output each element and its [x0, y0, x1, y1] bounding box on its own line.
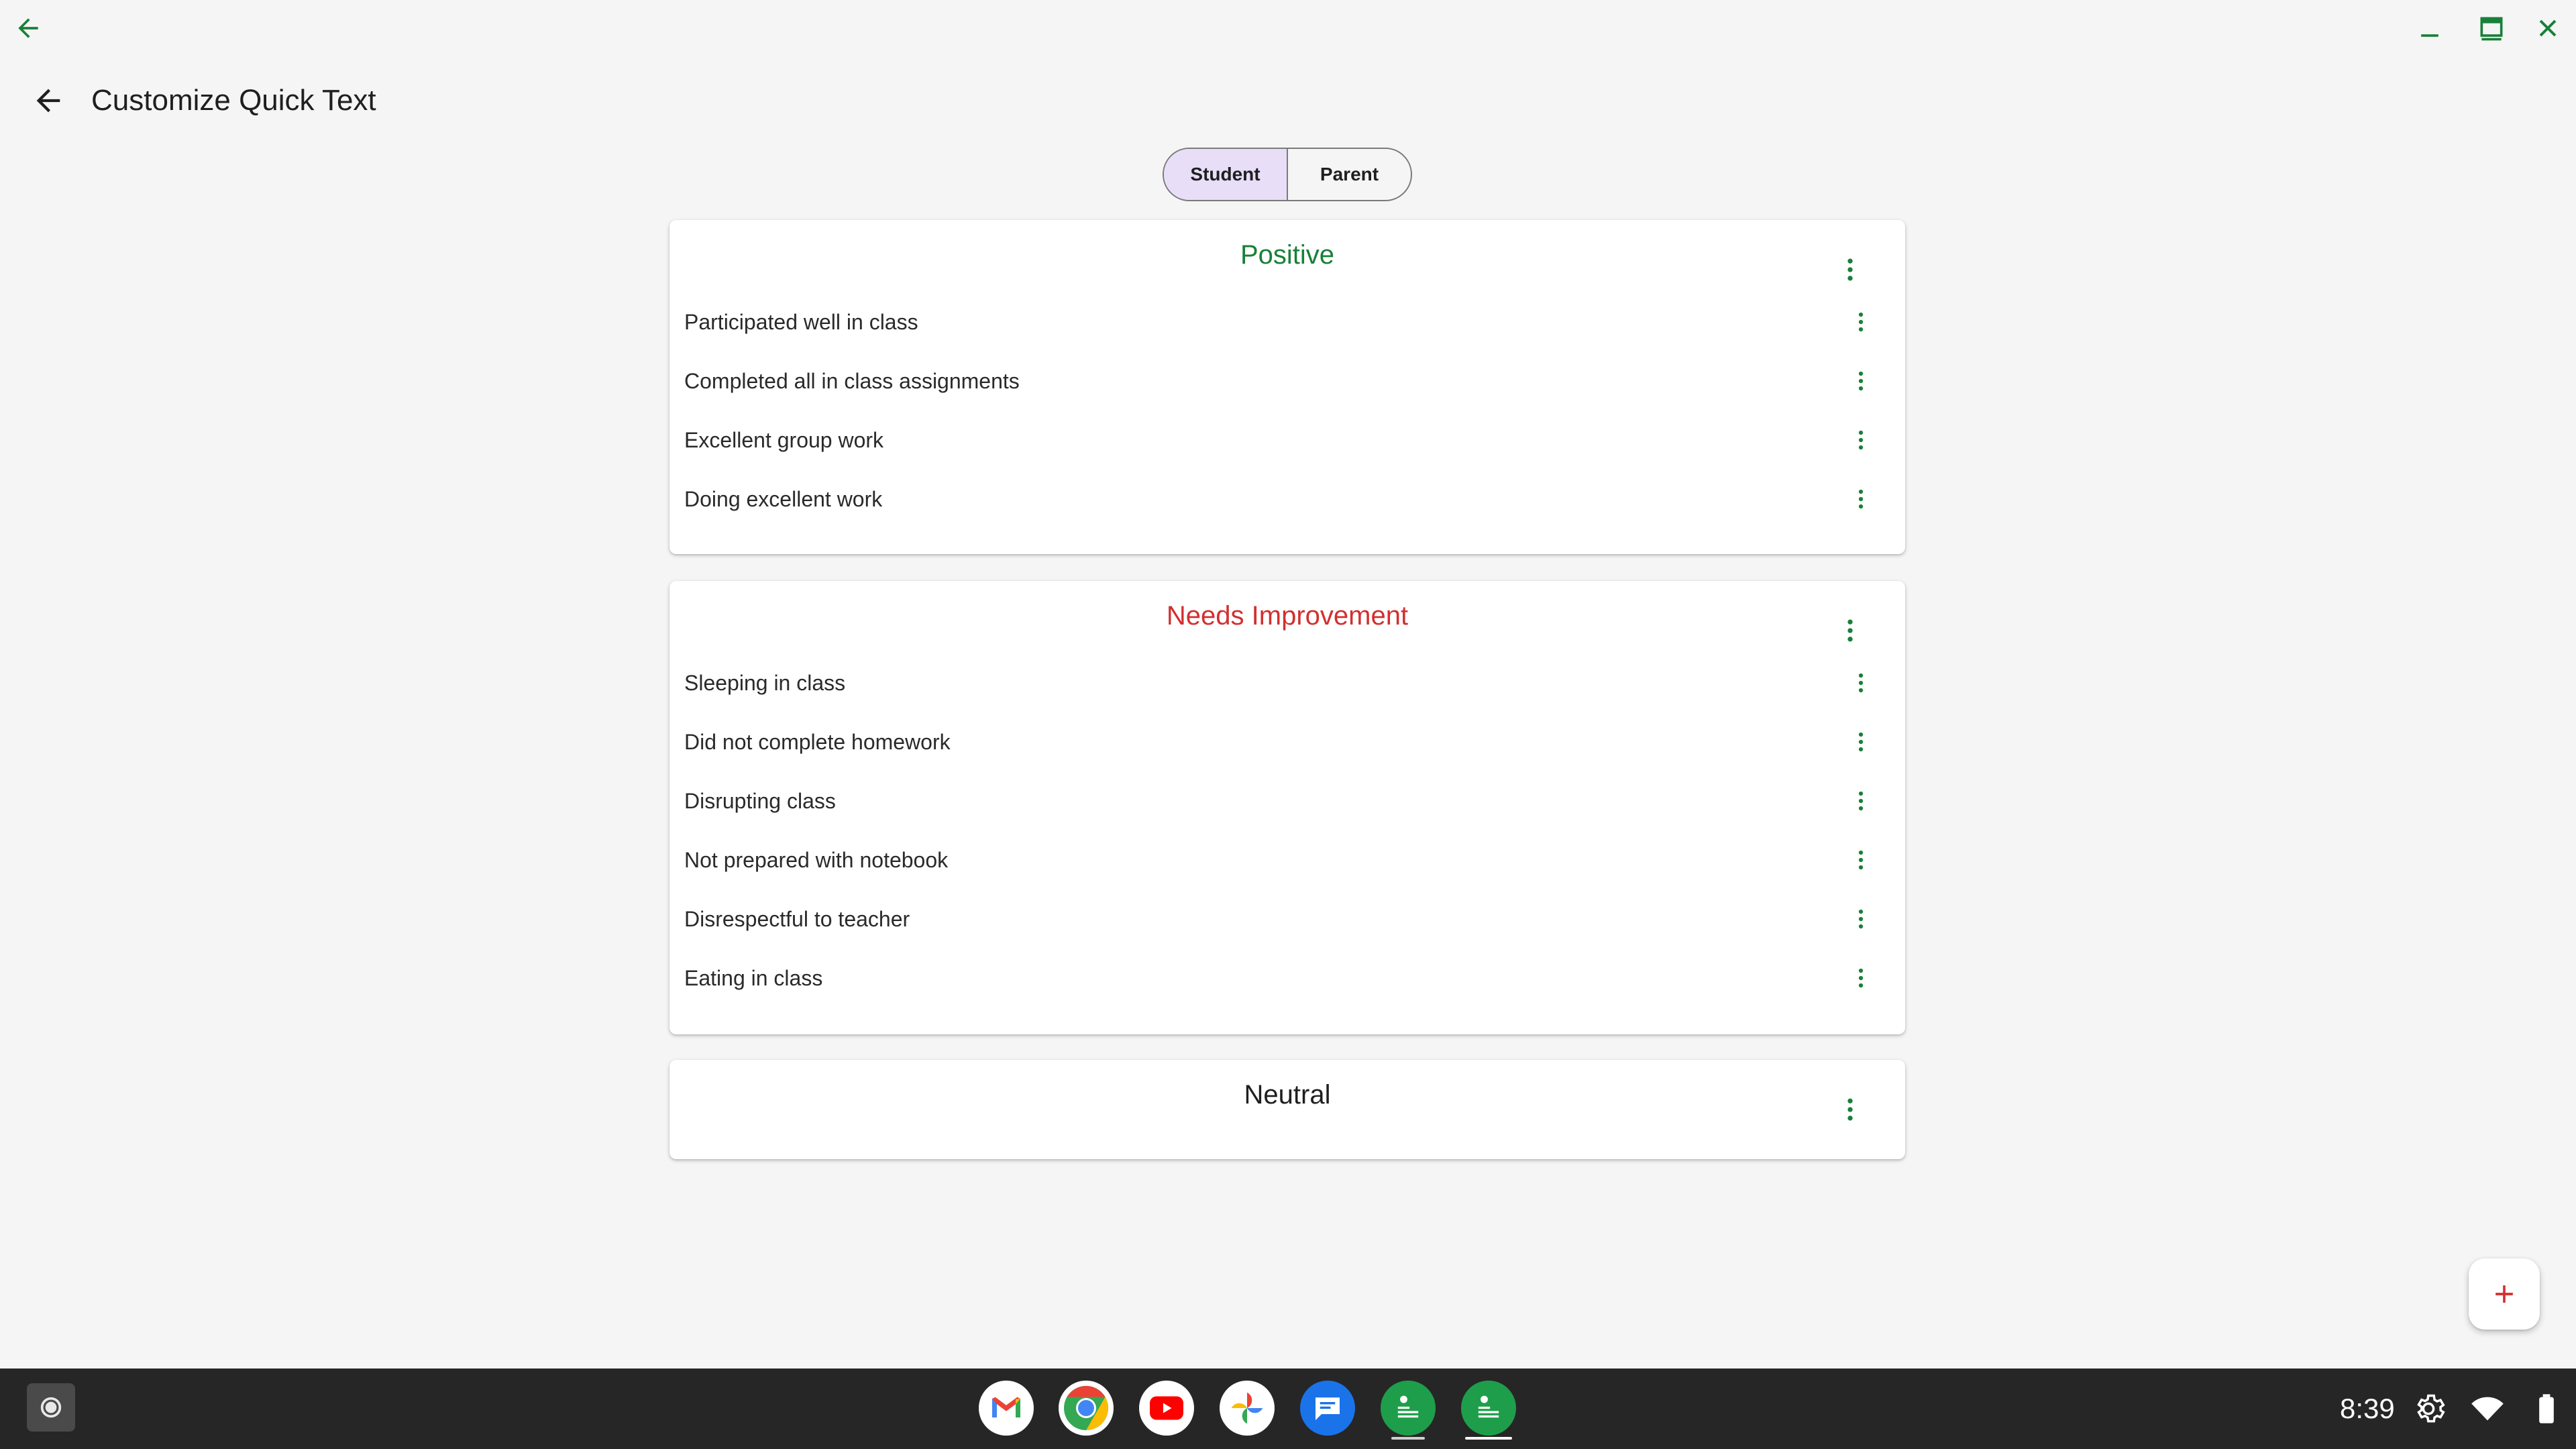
- running-indicator: [1391, 1437, 1425, 1440]
- list-item-label: Disrespectful to teacher: [684, 906, 910, 931]
- active-app-indicator: [1465, 1437, 1512, 1440]
- more-vert-icon[interactable]: [1846, 727, 1876, 757]
- more-vert-icon[interactable]: [1835, 255, 1865, 284]
- list-item-label: Participated well in class: [684, 309, 918, 334]
- wifi-icon[interactable]: [2470, 1391, 2505, 1426]
- list-item-label: Excellent group work: [684, 427, 884, 452]
- list-item-label: Eating in class: [684, 965, 823, 990]
- list-item[interactable]: Eating in class: [684, 949, 1876, 1008]
- list-item[interactable]: Not prepared with notebook: [684, 830, 1876, 890]
- launcher-button[interactable]: [27, 1383, 75, 1432]
- list-item[interactable]: Completed all in class assignments: [684, 352, 1876, 411]
- list-item-label: Sleeping in class: [684, 670, 846, 695]
- neutral-section-card: Neutral: [669, 1060, 1905, 1159]
- more-vert-icon[interactable]: [1846, 668, 1876, 698]
- section-title-positive: Positive: [1240, 240, 1335, 270]
- list-item[interactable]: Excellent group work: [684, 411, 1876, 470]
- more-vert-icon[interactable]: [1846, 425, 1876, 455]
- segment-student[interactable]: Student: [1164, 149, 1288, 200]
- minimize-icon[interactable]: [2415, 13, 2445, 43]
- more-vert-icon[interactable]: [1846, 963, 1876, 993]
- window-back-arrow-icon[interactable]: [13, 13, 43, 43]
- more-vert-icon[interactable]: [1835, 1095, 1865, 1124]
- more-vert-icon[interactable]: [1846, 904, 1876, 934]
- list-item-label: Not prepared with notebook: [684, 847, 949, 872]
- plus-icon: [2496, 1285, 2513, 1303]
- list-item-label: Did not complete homework: [684, 729, 951, 754]
- quick-text-app-icon-active[interactable]: [1461, 1381, 1516, 1436]
- audience-segmented-toggle: Student Parent: [1163, 148, 1412, 201]
- page-title: Customize Quick Text: [91, 84, 376, 117]
- more-vert-icon[interactable]: [1846, 786, 1876, 816]
- list-item-label: Disrupting class: [684, 788, 836, 813]
- photos-icon[interactable]: [1220, 1381, 1275, 1436]
- needs-improvement-section-card: Needs Improvement Sleeping in class Did …: [669, 581, 1905, 1034]
- more-vert-icon[interactable]: [1846, 366, 1876, 396]
- system-shelf: [0, 1368, 2576, 1449]
- list-item[interactable]: Participated well in class: [684, 292, 1876, 352]
- youtube-icon[interactable]: [1139, 1381, 1194, 1436]
- gear-icon[interactable]: [2411, 1391, 2446, 1426]
- maximize-icon[interactable]: [2477, 13, 2506, 43]
- list-item[interactable]: Disrespectful to teacher: [684, 890, 1876, 949]
- section-title-needs-improvement: Needs Improvement: [1166, 601, 1409, 631]
- segment-parent[interactable]: Parent: [1288, 149, 1411, 200]
- launcher-icon: [40, 1397, 62, 1418]
- chrome-icon[interactable]: [1059, 1381, 1114, 1436]
- list-item[interactable]: Sleeping in class: [684, 653, 1876, 712]
- positive-section-card: Positive Participated well in class Comp…: [669, 220, 1905, 554]
- more-vert-icon[interactable]: [1846, 307, 1876, 337]
- add-quick-text-button[interactable]: [2469, 1258, 2540, 1330]
- gmail-icon[interactable]: [979, 1381, 1034, 1436]
- section-title-neutral: Neutral: [1244, 1080, 1331, 1110]
- close-icon[interactable]: [2533, 13, 2563, 43]
- more-vert-icon[interactable]: [1846, 845, 1876, 875]
- more-vert-icon[interactable]: [1835, 616, 1865, 645]
- list-item-label: Completed all in class assignments: [684, 368, 1020, 393]
- list-item[interactable]: Disrupting class: [684, 771, 1876, 830]
- arrow-left-icon[interactable]: [31, 83, 66, 118]
- more-vert-icon[interactable]: [1846, 484, 1876, 514]
- list-item[interactable]: Doing excellent work: [684, 470, 1876, 529]
- list-item-label: Doing excellent work: [684, 486, 883, 511]
- battery-icon[interactable]: [2529, 1391, 2564, 1426]
- system-clock[interactable]: 8:39: [2340, 1389, 2395, 1429]
- list-item[interactable]: Did not complete homework: [684, 712, 1876, 771]
- quick-text-app-icon[interactable]: [1381, 1381, 1436, 1436]
- messages-icon[interactable]: [1300, 1381, 1355, 1436]
